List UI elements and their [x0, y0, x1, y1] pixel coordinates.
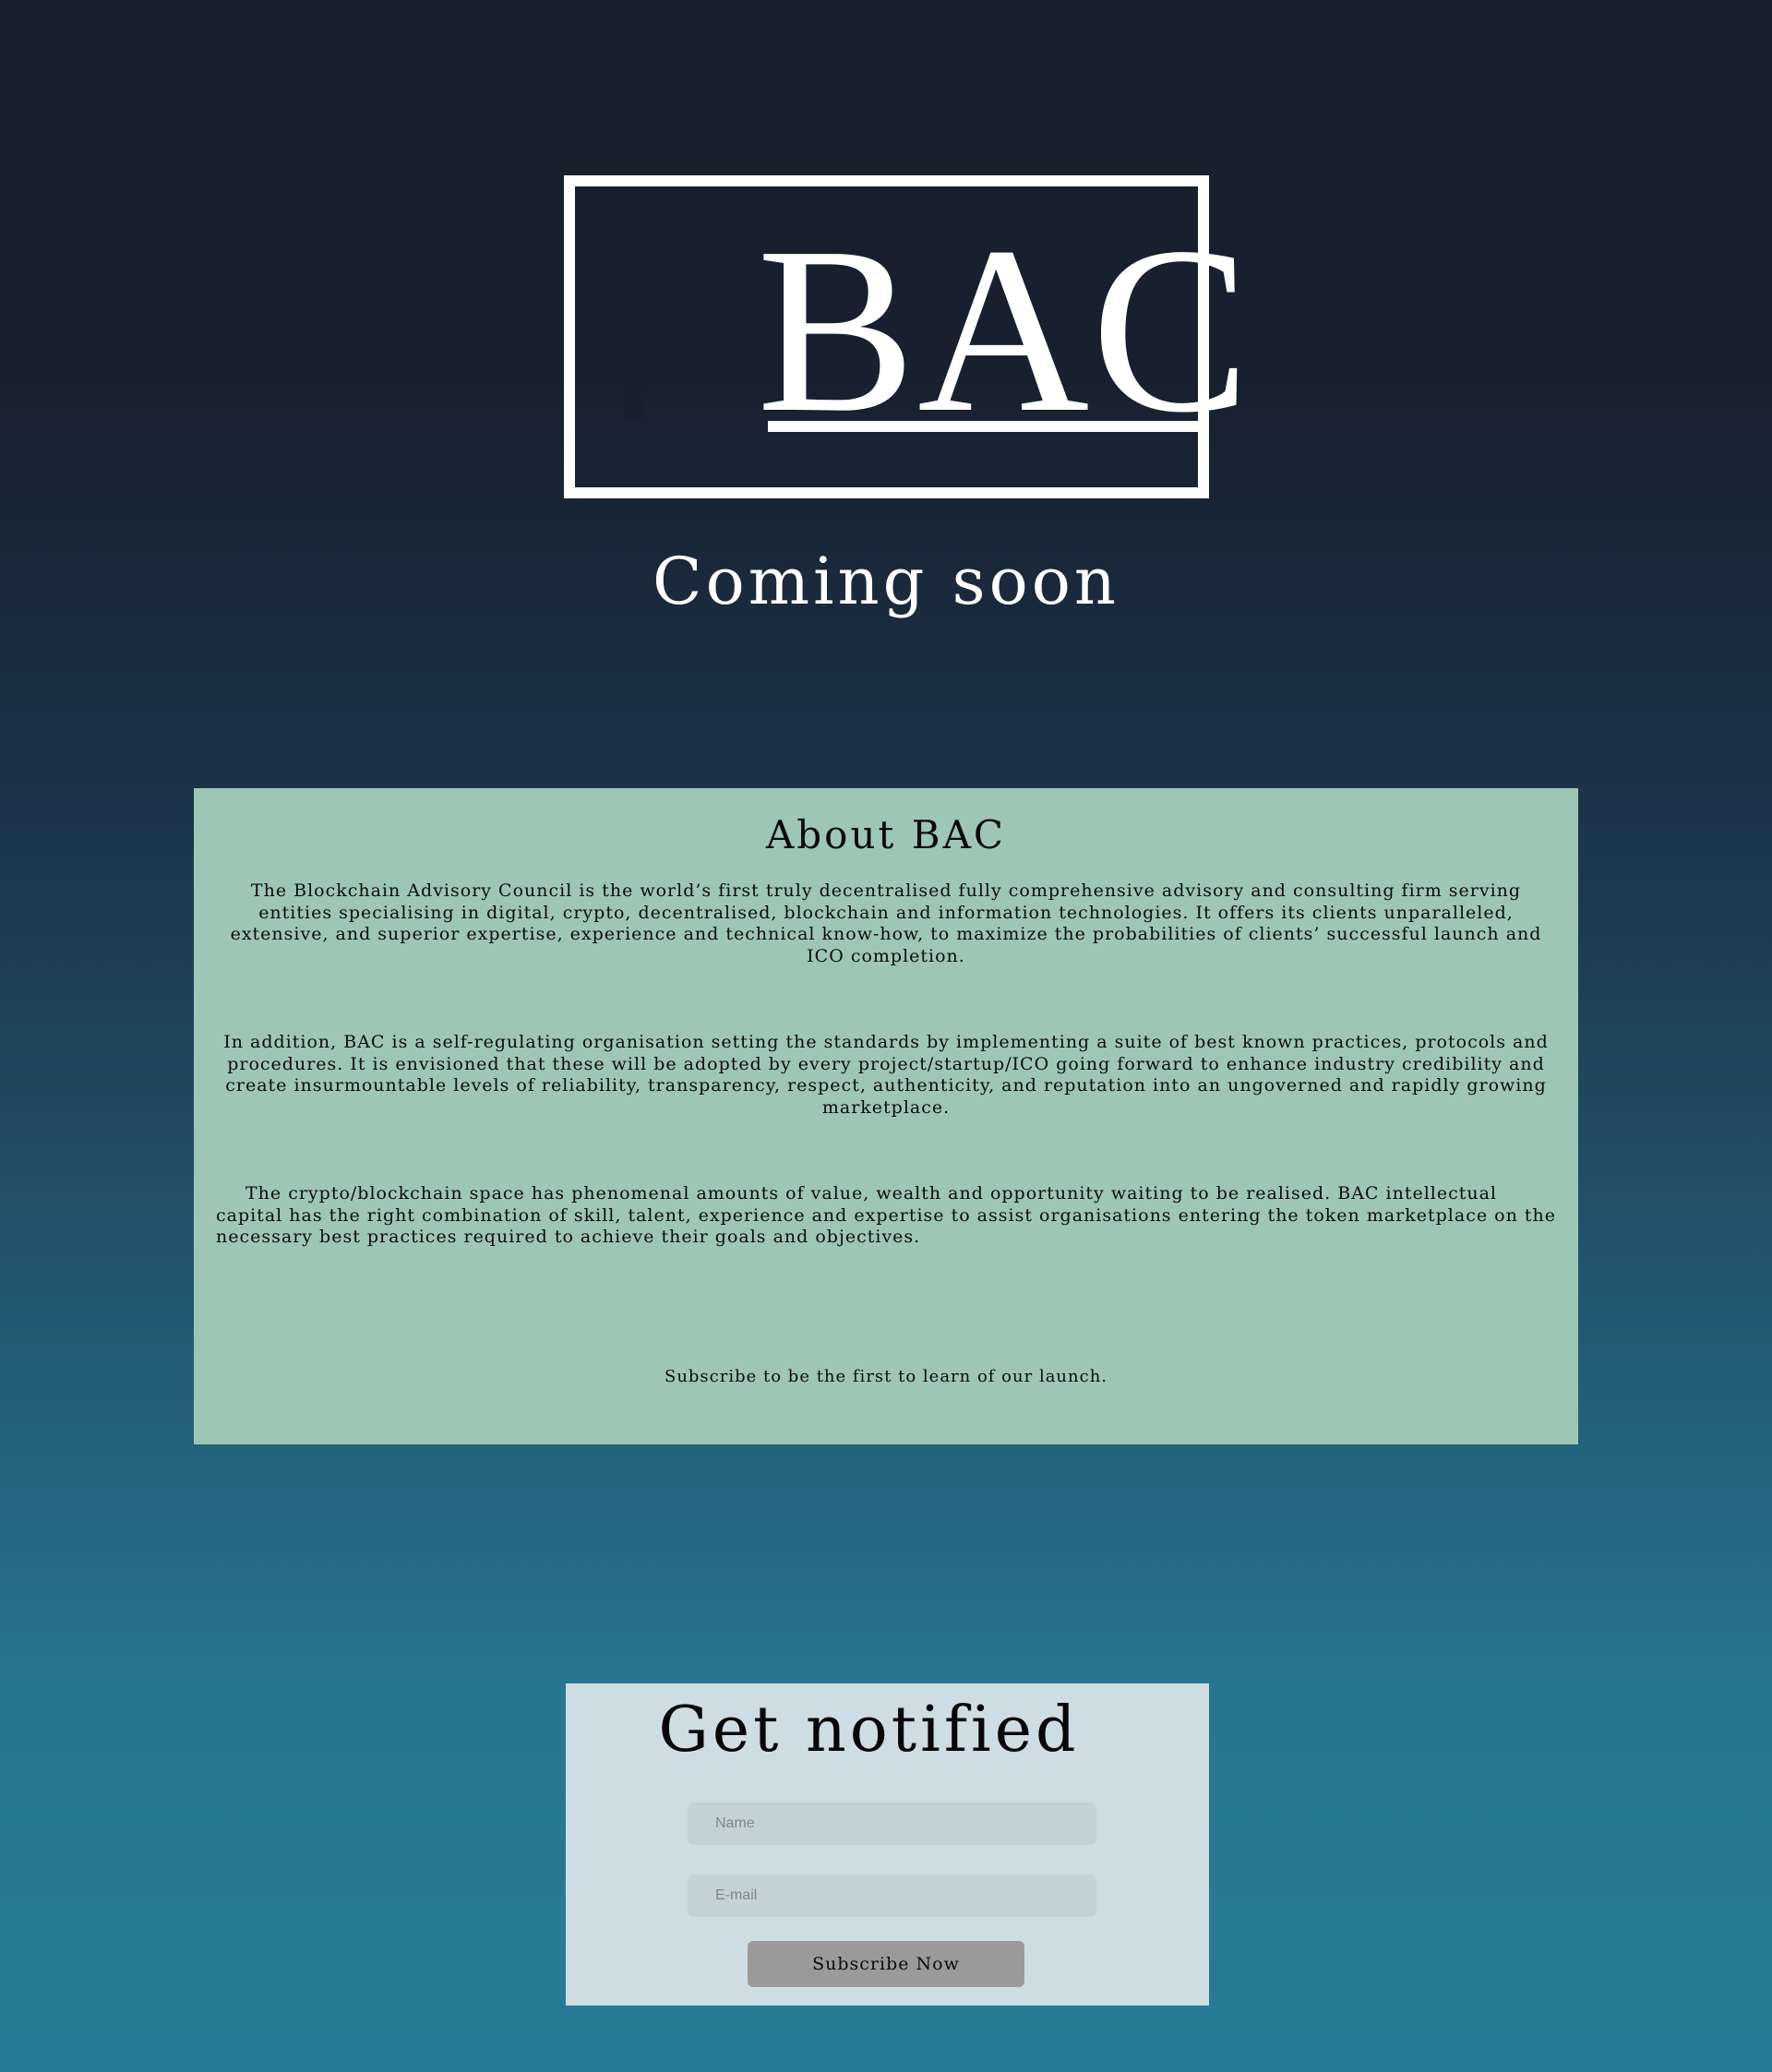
subscribe-note: Subscribe to be the first to learn of ou…	[664, 1367, 1108, 1386]
logo-text: BAC	[757, 198, 1252, 461]
notify-form: Get notified Subscribe Now	[566, 1683, 1209, 2006]
name-input[interactable]	[688, 1803, 1096, 1845]
logo-underline	[768, 421, 1206, 432]
about-section: About BAC The Blockchain Advisory Counci…	[194, 788, 1578, 1444]
about-paragraph-3: The crypto/blockchain space has phenomen…	[216, 1183, 1556, 1248]
notify-title: Get notified	[658, 1694, 1080, 1767]
logo-frame-gap	[624, 237, 645, 421]
about-title: About BAC	[765, 812, 1007, 857]
about-paragraph-1: The Blockchain Advisory Council is the w…	[230, 880, 1542, 966]
email-input[interactable]	[688, 1874, 1096, 1917]
coming-soon-heading: Coming soon	[653, 544, 1119, 619]
subscribe-now-button[interactable]: Subscribe Now	[748, 1941, 1024, 1987]
about-paragraph-2: In addition, BAC is a self-regulating or…	[223, 1032, 1549, 1118]
